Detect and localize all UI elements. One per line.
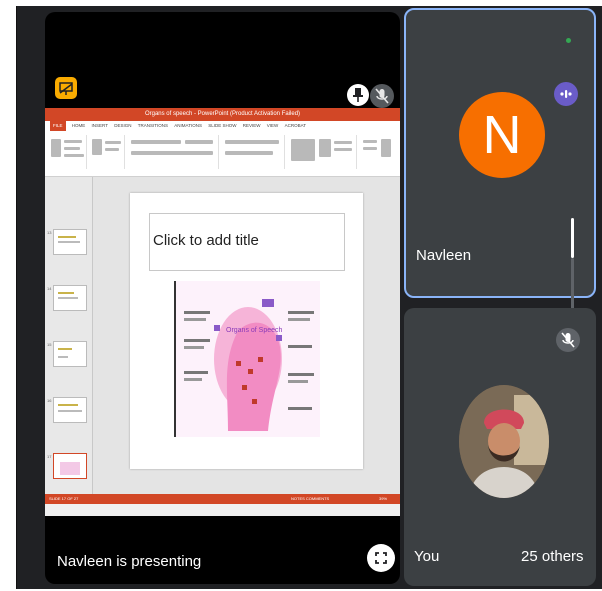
slide-thumbnail-pane[interactable]: 13 14 15 16 17 (45, 177, 93, 494)
avatar (459, 385, 549, 498)
scrollbar-thumb[interactable] (571, 218, 574, 258)
slide-thumbnail[interactable]: 15 (47, 341, 87, 367)
ppt-tab-transitions[interactable]: TRANSITIONS (138, 121, 168, 131)
others-count-button[interactable]: 25 others (521, 548, 584, 565)
ppt-tab-review[interactable]: REVIEW (243, 121, 261, 131)
ribbon-group-drawing (287, 135, 357, 169)
mic-off-icon (556, 328, 580, 352)
ppt-tab-insert[interactable]: INSERT (92, 121, 108, 131)
ppt-tab-view[interactable]: VIEW (267, 121, 279, 131)
connection-indicator (566, 38, 571, 43)
self-label: You (414, 548, 440, 565)
ppt-tab-design[interactable]: DESIGN (114, 121, 131, 131)
speaking-indicator-icon (554, 82, 578, 106)
presentation-icon (55, 77, 77, 99)
current-slide[interactable]: Click to add title Organs of Speech (130, 193, 363, 469)
ppt-tab-slide-show[interactable]: SLIDE SHOW (208, 121, 236, 131)
ribbon-group-font (127, 135, 219, 169)
ppt-title-bar: Organs of speech - PowerPoint (Product A… (45, 108, 400, 121)
ppt-tab-animations[interactable]: ANIMATIONS (174, 121, 202, 131)
presentation-stage[interactable]: Organs of speech - PowerPoint (Product A… (45, 12, 400, 584)
ppt-ribbon (45, 131, 400, 177)
pin-icon[interactable] (347, 84, 369, 106)
diagram-title: Organs of Speech (226, 327, 283, 334)
fullscreen-icon[interactable] (367, 544, 395, 572)
taskbar-strip (45, 504, 400, 516)
title-placeholder[interactable]: Click to add title (149, 213, 345, 271)
slide-thumbnail[interactable]: 14 (47, 285, 87, 311)
participant-tile-you[interactable]: You 25 others (404, 308, 596, 586)
powerpoint-window: Organs of speech - PowerPoint (Product A… (45, 108, 400, 516)
slide-thumbnail[interactable]: 16 (47, 397, 87, 423)
slide-thumbnail-selected[interactable]: 17 (47, 453, 87, 479)
ribbon-group-editing (359, 135, 397, 169)
slide-thumbnail[interactable]: 13 (47, 229, 87, 255)
ribbon-group-paragraph (221, 135, 285, 169)
participant-name: Navleen (416, 247, 472, 264)
ppt-ribbon-tabs: FILE HOME INSERT DESIGN TRANSITIONS ANIM… (45, 121, 400, 131)
ppt-tab-acrobat[interactable]: ACROBAT (285, 121, 306, 131)
slide-editing-area[interactable]: Click to add title Organs of Speech (93, 177, 400, 494)
mic-off-icon (370, 84, 394, 108)
participant-tile-navleen[interactable]: N Navleen (404, 8, 596, 298)
ppt-tab-home[interactable]: HOME (72, 121, 86, 131)
ribbon-group-clipboard (47, 135, 87, 169)
organs-of-speech-diagram: Organs of Speech (174, 281, 320, 437)
presenting-label: Navleen is presenting (57, 553, 202, 570)
ribbon-group-slides (89, 135, 125, 169)
ppt-status-bar: SLIDE 17 OF 27 NOTES COMMENTS 39% (45, 494, 400, 504)
meet-window: Organs of speech - PowerPoint (Product A… (16, 6, 602, 589)
ppt-tab-file[interactable]: FILE (50, 121, 66, 131)
avatar: N (459, 92, 545, 178)
